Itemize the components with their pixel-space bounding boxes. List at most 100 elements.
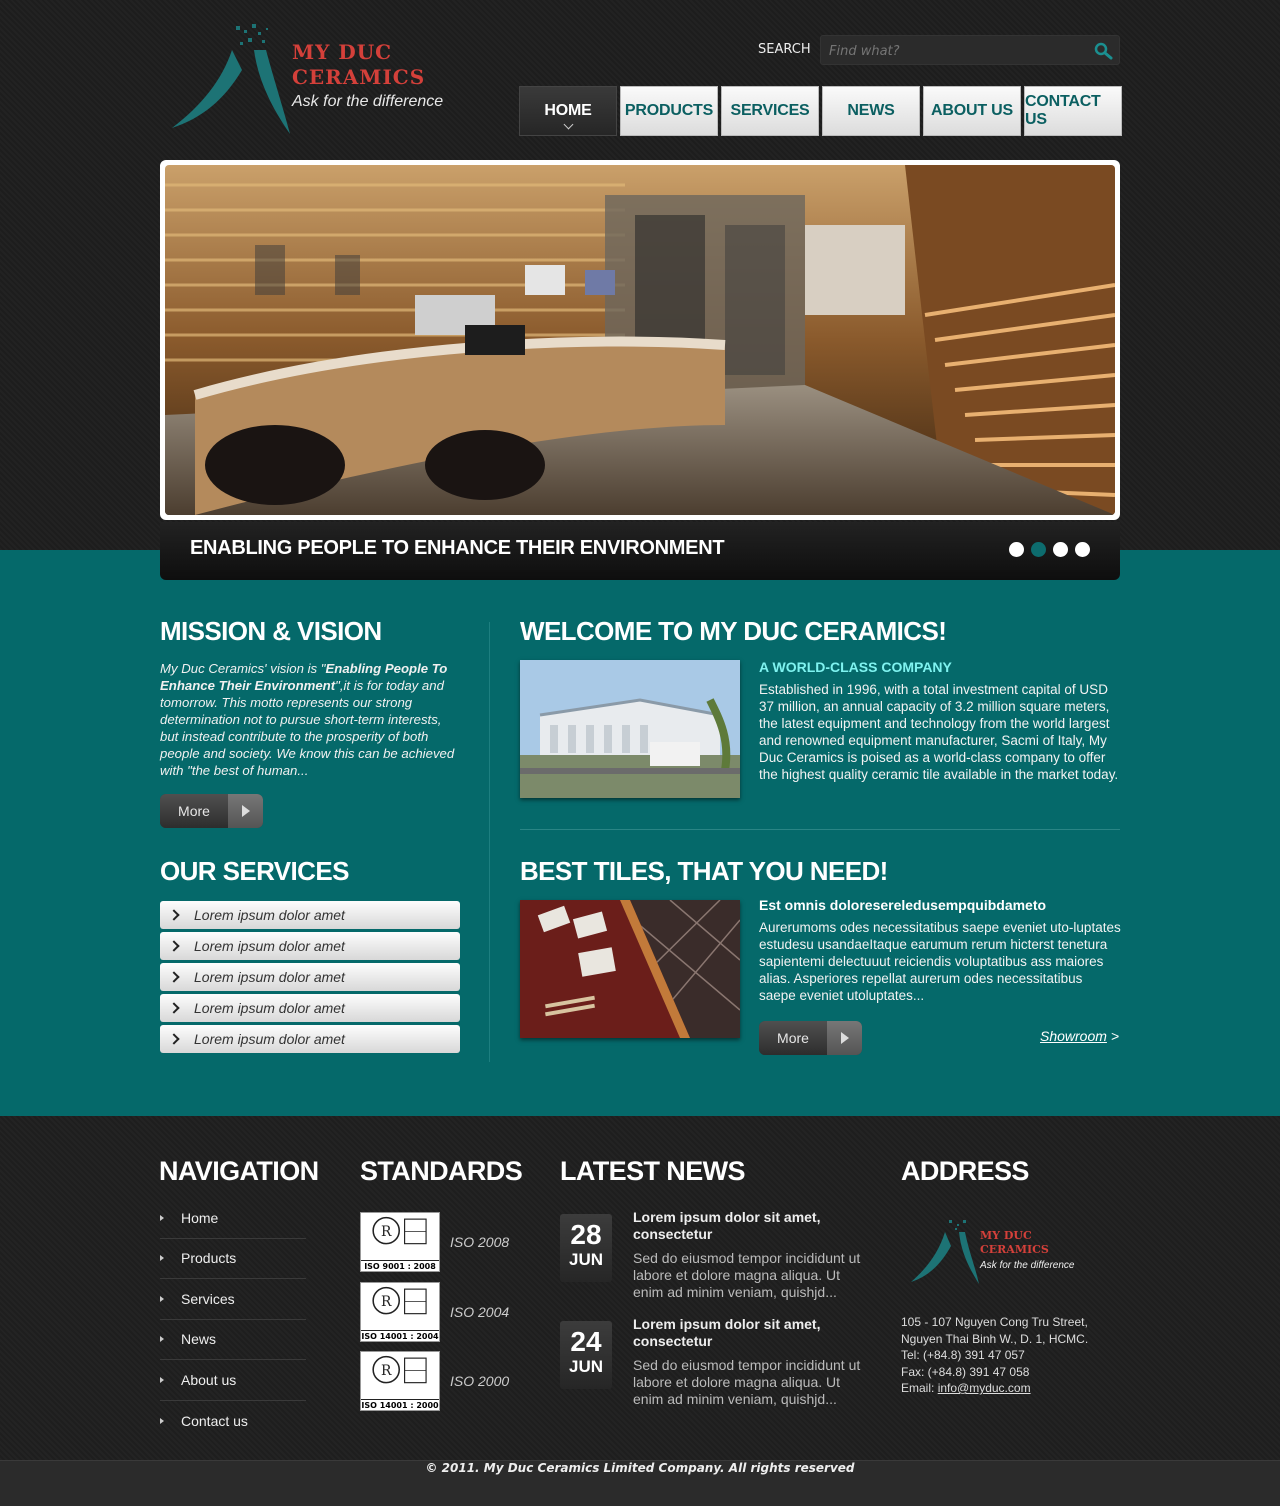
- certificate-seal-icon: R: [372, 1355, 427, 1384]
- welcome-title: WELCOME TO MY DUC CERAMICS!: [520, 616, 947, 646]
- bullet-icon: [160, 1295, 164, 1302]
- iso-certificate-badge[interactable]: R ISO 14001 : 2004: [360, 1282, 440, 1342]
- news-day: 24: [570, 1326, 602, 1357]
- logo-tagline: Ask for the difference: [292, 93, 444, 110]
- search-label: SEARCH: [758, 42, 811, 57]
- footer-nav-about-us[interactable]: About us: [160, 1360, 306, 1401]
- service-item[interactable]: Lorem ipsum dolor amet: [160, 1025, 460, 1053]
- slider-dot-active[interactable]: [1031, 542, 1046, 557]
- address-email-row: Email: info@myduc.com: [901, 1380, 1088, 1397]
- service-item-label: Lorem ipsum dolor amet: [194, 907, 345, 923]
- search-box: [820, 35, 1120, 65]
- mission-text: My Duc Ceramics' vision is "Enabling Peo…: [160, 660, 460, 779]
- news-month: JUN: [568, 1250, 603, 1269]
- address-fax: Fax: (+84.8) 391 47 058: [901, 1364, 1030, 1379]
- footer-nav: Home Products Services News About us Con…: [160, 1198, 306, 1441]
- more-label: More: [160, 794, 228, 828]
- footer-nav-contact-us[interactable]: Contact us: [160, 1401, 306, 1442]
- news-title-link[interactable]: Lorem ipsum dolor sit amet, consectetur: [633, 1209, 873, 1243]
- nav-products[interactable]: PRODUCTS: [620, 86, 718, 136]
- slider-dots: [1009, 542, 1090, 557]
- footer-nav-products[interactable]: Products: [160, 1239, 306, 1279]
- factory-image[interactable]: [520, 660, 740, 798]
- address-line2: Nguyen Thai Binh W., D. 1, HCMC.: [901, 1331, 1089, 1346]
- service-item-label: Lorem ipsum dolor amet: [194, 938, 345, 954]
- news-date-badge: 28 JUN: [560, 1214, 612, 1282]
- services-title: OUR SERVICES: [160, 856, 349, 886]
- slider-dot[interactable]: [1075, 542, 1090, 557]
- mission-title: MISSION & VISION: [160, 616, 382, 646]
- tiles-subtitle: Est omnis doloresereledusempquibdameto: [759, 897, 1047, 913]
- nav-home[interactable]: HOME: [519, 86, 617, 136]
- service-item-label: Lorem ipsum dolor amet: [194, 969, 345, 985]
- service-item[interactable]: Lorem ipsum dolor amet: [160, 901, 460, 929]
- news-date-badge: 24 JUN: [560, 1321, 612, 1389]
- nav-contact-us[interactable]: CONTACT US: [1024, 86, 1122, 136]
- slider-dot[interactable]: [1053, 542, 1068, 557]
- chevron-right-icon: [168, 1033, 180, 1045]
- service-item[interactable]: Lorem ipsum dolor amet: [160, 994, 460, 1022]
- iso-cert-code: ISO 14001 : 2004: [361, 1330, 439, 1341]
- nav-about-us[interactable]: ABOUT US: [923, 86, 1021, 136]
- search-input[interactable]: [829, 41, 1079, 61]
- news-title-link[interactable]: Lorem ipsum dolor sit amet, consectetur: [633, 1316, 873, 1350]
- footer-nav-title: NAVIGATION: [159, 1156, 319, 1186]
- search-icon[interactable]: [1093, 41, 1113, 61]
- bullet-icon: [160, 1255, 164, 1262]
- tiles-more-button[interactable]: More: [759, 1021, 862, 1055]
- footer-nav-services[interactable]: Services: [160, 1279, 306, 1320]
- section-divider: [520, 829, 1120, 830]
- service-item[interactable]: Lorem ipsum dolor amet: [160, 963, 460, 991]
- services-list: Lorem ipsum dolor amet Lorem ipsum dolor…: [160, 901, 460, 1053]
- standards-title: STANDARDS: [360, 1156, 523, 1186]
- certificate-seal-icon: R: [372, 1216, 427, 1245]
- mission-more-button[interactable]: More: [160, 794, 263, 828]
- showroom-arrow: >: [1110, 1028, 1119, 1044]
- news-excerpt: Sed do eiusmod tempor incididunt ut labo…: [633, 1357, 861, 1407]
- column-divider: [489, 622, 490, 1062]
- hero-image: [165, 165, 1115, 515]
- news-month: JUN: [568, 1357, 603, 1376]
- bullet-icon: [160, 1214, 164, 1221]
- iso-label: ISO 2004: [450, 1304, 510, 1320]
- footer-logo-line1: MY DUC: [980, 1229, 1032, 1242]
- mission-text-post: ",it is for today and tomorrow. This mot…: [160, 678, 455, 778]
- iso-label: ISO 2000: [450, 1373, 510, 1389]
- slider-dot[interactable]: [1009, 542, 1024, 557]
- address-block: 105 - 107 Nguyen Cong Tru Street, Nguyen…: [901, 1314, 1088, 1397]
- chevron-right-icon: [168, 971, 180, 983]
- iso-cert-code: ISO 14001 : 2000: [361, 1399, 439, 1410]
- arrow-right-icon: [228, 794, 263, 828]
- address-line1: 105 - 107 Nguyen Cong Tru Street,: [901, 1315, 1088, 1329]
- tiles-image[interactable]: [520, 900, 740, 1038]
- news-excerpt: Sed do eiusmod tempor incididunt ut labo…: [633, 1250, 861, 1300]
- chevron-right-icon: [168, 909, 180, 921]
- footer-logo-mark: MY DUC CERAMICS Ask for the difference: [911, 1220, 1075, 1284]
- hero-slider: [160, 160, 1120, 520]
- tiles-text: Aurerumoms odes necessitatibus saepe eve…: [759, 920, 1121, 1003]
- copyright: © 2011. My Duc Ceramics Limited Company.…: [0, 1460, 1280, 1506]
- iso-cert-code: ISO 9001 : 2008: [361, 1260, 439, 1271]
- tiles-title: BEST TILES, THAT YOU NEED!: [520, 856, 888, 886]
- footer-nav-news[interactable]: News: [160, 1320, 306, 1360]
- iso-certificate-badge[interactable]: R ISO 14001 : 2000: [360, 1351, 440, 1411]
- bullet-icon: [160, 1336, 164, 1343]
- mission-text-pre: My Duc Ceramics' vision is ": [160, 661, 326, 676]
- address-tel: Tel: (+84.8) 391 47 057: [901, 1348, 1025, 1362]
- logo-text-line1: MY DUC: [292, 40, 393, 64]
- footer-nav-label: Services: [181, 1290, 235, 1307]
- nav-news[interactable]: NEWS: [822, 86, 920, 136]
- address-email-link[interactable]: info@myduc.com: [938, 1381, 1031, 1395]
- bullet-icon: [160, 1417, 164, 1424]
- nav-services[interactable]: SERVICES: [721, 86, 819, 136]
- logo-text-line2: CERAMICS: [292, 65, 426, 89]
- iso-certificate-badge[interactable]: R ISO 9001 : 2008: [360, 1212, 440, 1272]
- address-title: ADDRESS: [901, 1156, 1029, 1186]
- footer-nav-home[interactable]: Home: [160, 1198, 306, 1239]
- footer-logo-line2: CERAMICS: [980, 1243, 1049, 1256]
- welcome-text: Established in 1996, with a total invest…: [759, 682, 1119, 782]
- service-item[interactable]: Lorem ipsum dolor amet: [160, 932, 460, 960]
- svg-text:R: R: [381, 1363, 392, 1379]
- svg-text:R: R: [381, 1294, 392, 1310]
- showroom-link[interactable]: Showroom >: [1040, 1028, 1119, 1044]
